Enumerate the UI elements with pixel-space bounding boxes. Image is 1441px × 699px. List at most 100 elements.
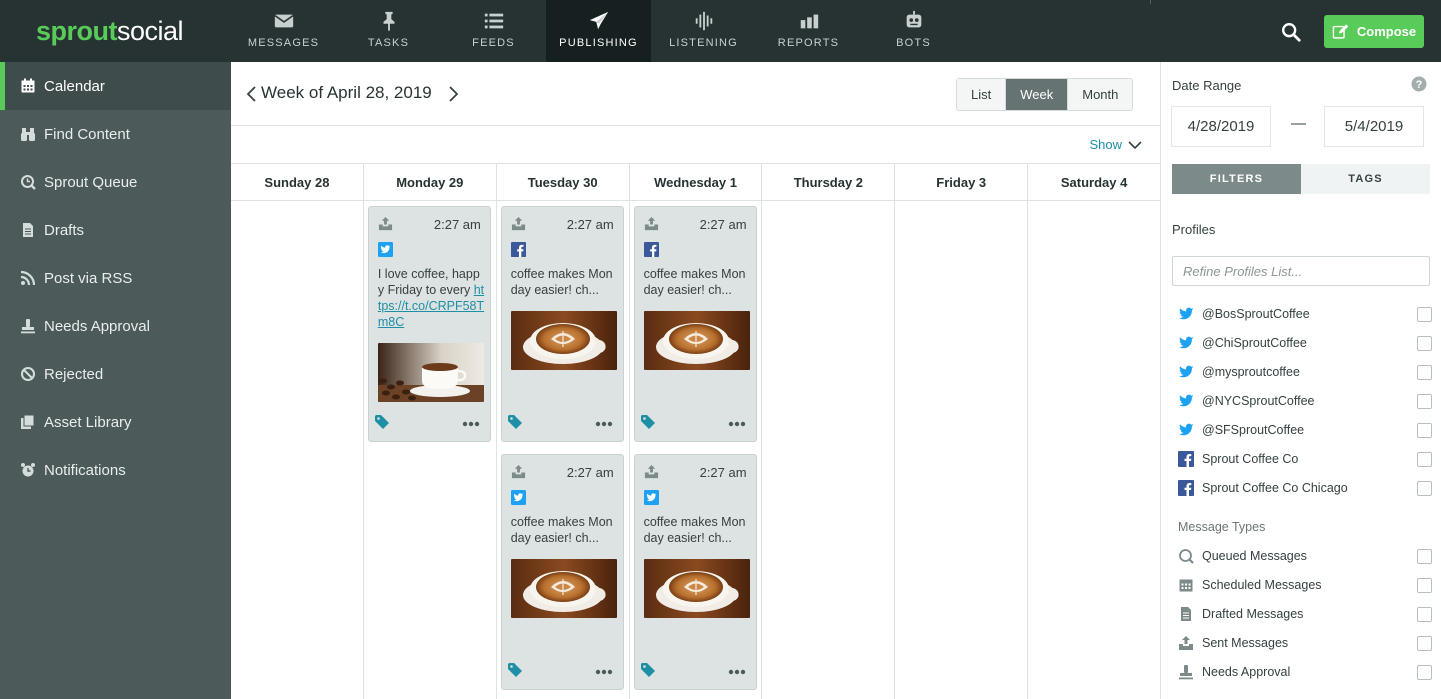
day-column[interactable]	[762, 201, 896, 699]
more-options-icon[interactable]	[462, 421, 480, 427]
message-type-row[interactable]: Scheduled Messages	[1178, 575, 1432, 595]
nav-reports[interactable]: REPORTS	[756, 0, 861, 62]
profile-checkbox[interactable]	[1417, 422, 1432, 438]
post-image[interactable]	[377, 343, 484, 402]
divider	[1150, 0, 1151, 4]
facebook-icon	[1178, 451, 1194, 467]
tag-icon[interactable]	[640, 662, 656, 678]
profile-checkbox[interactable]	[1417, 480, 1432, 496]
profile-row[interactable]: @mysproutcoffee	[1178, 362, 1432, 382]
post-image[interactable]	[510, 311, 617, 370]
message-type-row[interactable]: Needs Approval	[1178, 662, 1432, 682]
scheduled-post-card[interactable]: 2:27 am I love coffee, happy Friday to ev…	[367, 206, 491, 442]
chevron-left-icon[interactable]	[245, 85, 257, 103]
post-image[interactable]	[643, 311, 750, 370]
message-type-row[interactable]: Queued Messages	[1178, 546, 1432, 566]
nav-feeds[interactable]: FEEDS	[441, 0, 546, 62]
tag-icon[interactable]	[374, 414, 390, 430]
tab-filters[interactable]: FILTERS	[1172, 164, 1301, 194]
sprout-social-logo[interactable]: sproutsocial	[36, 16, 184, 46]
latte-art-image	[510, 559, 617, 618]
day-column[interactable]: 2:27 am coffee makes Monday easier! ch...…	[630, 201, 763, 699]
help-icon[interactable]: ?	[1411, 76, 1427, 92]
tag-icon[interactable]	[507, 662, 523, 678]
post-image[interactable]	[510, 559, 617, 618]
refine-profiles-input[interactable]	[1172, 256, 1430, 286]
profile-checkbox[interactable]	[1417, 335, 1432, 351]
more-options-icon[interactable]	[595, 669, 613, 675]
sidebar-item-asset-library[interactable]: Asset Library	[0, 398, 231, 446]
more-options-icon[interactable]	[728, 669, 746, 675]
scheduled-post-card[interactable]: 2:27 am coffee makes Monday easier! ch...	[633, 454, 757, 690]
show-dropdown[interactable]: Show	[1089, 137, 1142, 152]
day-column[interactable]	[1028, 201, 1160, 699]
tag-icon[interactable]	[640, 414, 656, 430]
facebook-icon	[643, 242, 659, 257]
sidebar-item-post-via-rss[interactable]: Post via RSS	[0, 254, 231, 302]
sidebar-item-drafts[interactable]: Drafts	[0, 206, 231, 254]
nav-publishing[interactable]: PUBLISHING	[546, 0, 651, 62]
message-type-checkbox[interactable]	[1417, 548, 1432, 564]
post-time: 2:27 am	[566, 217, 614, 232]
profile-name: Sprout Coffee Co Chicago	[1202, 481, 1348, 495]
compose-button[interactable]: Compose	[1324, 15, 1424, 48]
tag-icon[interactable]	[507, 414, 523, 430]
profile-name: @mysproutcoffee	[1202, 365, 1300, 379]
nav-bots[interactable]: BOTS	[861, 0, 966, 62]
scheduled-post-card[interactable]: 2:27 am coffee makes Monday easier! ch...	[500, 206, 624, 442]
message-type-checkbox[interactable]	[1417, 664, 1432, 680]
day-column[interactable]: 2:27 am I love coffee, happy Friday to ev…	[364, 201, 497, 699]
sidebar-item-notifications[interactable]: Notifications	[0, 446, 231, 494]
view-month-button[interactable]: Month	[1068, 79, 1133, 110]
day-column[interactable]	[895, 201, 1029, 699]
day-header: Sunday 28	[231, 164, 364, 200]
view-list-button[interactable]: List	[957, 79, 1007, 110]
twitter-icon	[377, 242, 393, 257]
calendar-icon	[21, 78, 35, 93]
waveform-icon	[695, 11, 712, 31]
queue-icon	[1179, 549, 1194, 564]
sidebar-item-rejected[interactable]: Rejected	[0, 350, 231, 398]
scheduled-post-card[interactable]: 2:27 am coffee makes Monday easier! ch...	[500, 454, 624, 690]
message-type-checkbox[interactable]	[1417, 635, 1432, 651]
sidebar-item-sprout-queue[interactable]: Sprout Queue	[0, 158, 231, 206]
message-type-checkbox[interactable]	[1417, 606, 1432, 622]
nav-messages[interactable]: MESSAGES	[231, 0, 336, 62]
post-text: coffee makes Monday easier! ch...	[643, 267, 746, 297]
profile-row[interactable]: @BosSproutCoffee	[1178, 304, 1432, 324]
search-icon[interactable]	[1280, 21, 1302, 43]
latte-art-image	[510, 311, 617, 370]
profile-row[interactable]: @ChiSproutCoffee	[1178, 333, 1432, 353]
profile-checkbox[interactable]	[1417, 306, 1432, 322]
sidebar-item-needs-approval[interactable]: Needs Approval	[0, 302, 231, 350]
more-options-icon[interactable]	[728, 421, 746, 427]
day-column[interactable]: 2:27 am coffee makes Monday easier! ch...…	[497, 201, 630, 699]
message-type-row[interactable]: Drafted Messages	[1178, 604, 1432, 624]
message-type-checkbox[interactable]	[1417, 577, 1432, 593]
sidebar-item-find-content[interactable]: Find Content	[0, 110, 231, 158]
view-week-button[interactable]: Week	[1006, 79, 1069, 110]
tab-tags[interactable]: TAGS	[1301, 164, 1430, 194]
sidebar-item-calendar[interactable]: Calendar	[0, 62, 231, 110]
end-date-field[interactable]: 5/4/2019	[1324, 106, 1424, 147]
publishing-sidebar: Calendar Find Content Sprout Queue Draft…	[0, 62, 231, 699]
rss-icon	[20, 270, 36, 286]
start-date-field[interactable]: 4/28/2019	[1171, 106, 1271, 147]
chevron-right-icon[interactable]	[448, 85, 460, 103]
scheduled-post-card[interactable]: 2:27 am coffee makes Monday easier! ch...	[633, 206, 757, 442]
profile-row[interactable]: Sprout Coffee Co Chicago	[1178, 478, 1432, 498]
message-type-row[interactable]: Sent Messages	[1178, 633, 1432, 653]
list-icon	[484, 13, 503, 29]
day-column[interactable]	[231, 201, 364, 699]
profile-row[interactable]: @NYCSproutCoffee	[1178, 391, 1432, 411]
nav-tasks[interactable]: TASKS	[336, 0, 441, 62]
profile-row[interactable]: @SFSproutCoffee	[1178, 420, 1432, 440]
post-image[interactable]	[643, 559, 750, 618]
more-options-icon[interactable]	[595, 421, 613, 427]
profile-checkbox[interactable]	[1417, 393, 1432, 409]
nav-listening[interactable]: LISTENING	[651, 0, 756, 62]
profile-checkbox[interactable]	[1417, 451, 1432, 467]
profile-checkbox[interactable]	[1417, 364, 1432, 380]
twitter-icon	[1179, 365, 1194, 378]
profile-row[interactable]: Sprout Coffee Co	[1178, 449, 1432, 469]
